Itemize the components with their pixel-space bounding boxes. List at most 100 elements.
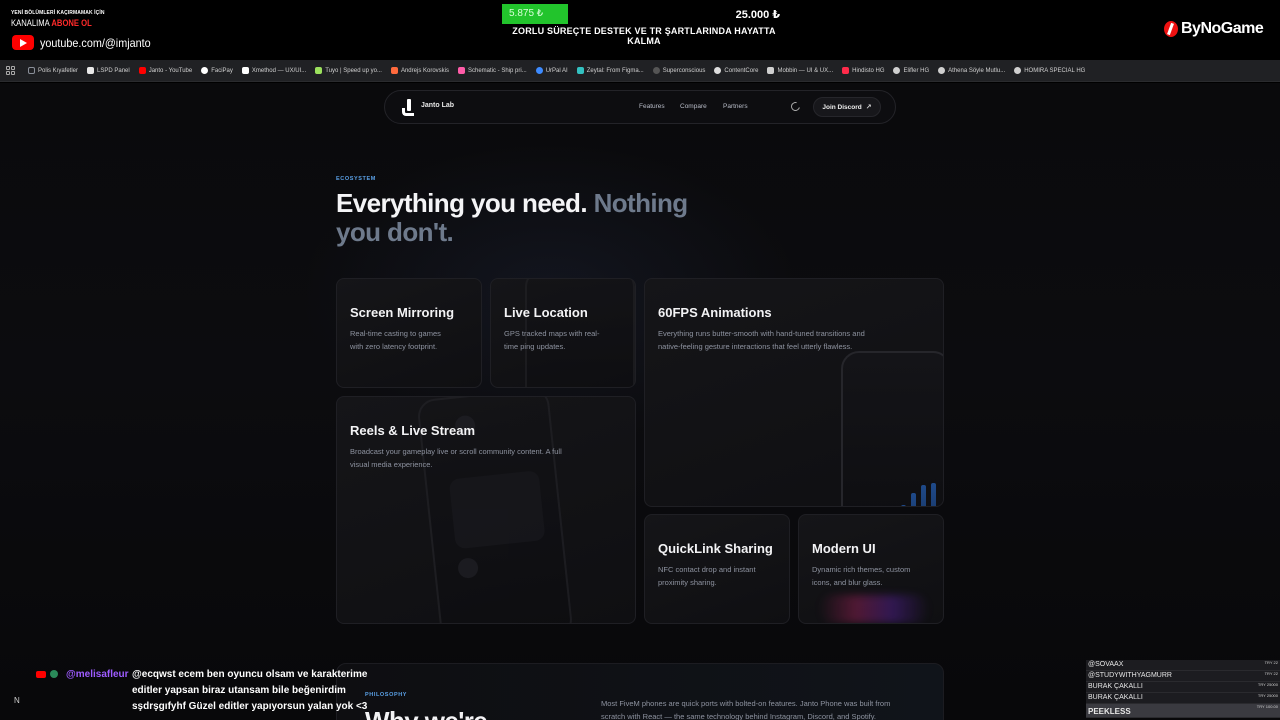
donor-amount: TRY 100.00 <box>1256 704 1278 709</box>
superconscious-icon <box>652 67 660 74</box>
chat-overlay: @melisafleur @ecqwst ecem ben oyuncu ols… <box>34 668 374 718</box>
bookmark-label: Andrejs Korovskis <box>400 67 449 74</box>
bookmark-item[interactable]: Schematic - Ship pri... <box>458 67 527 74</box>
goal-caption: ZORLU SÜREÇTE DESTEK VE TR ŞARTLARINDA H… <box>512 26 776 46</box>
bookmark-item[interactable]: HOMIRA SPECIAL HG <box>1014 67 1085 74</box>
youtube-logo-icon <box>12 35 34 50</box>
gradient-glow <box>819 595 929 623</box>
philosophy-body: Most FiveM phones are quick ports with b… <box>601 699 891 720</box>
donor-row: BURAK ÇAKALLI TRY 25000 <box>1086 682 1280 693</box>
bookmark-label: UrPal AI <box>545 67 568 74</box>
hindisto-icon <box>842 67 850 74</box>
card-desc: NFC contact drop and instant proximity sh… <box>658 565 756 587</box>
verified-badge-icon <box>50 670 58 678</box>
bookmark-label: Zeytal: From Figma... <box>586 67 644 74</box>
andrejs-icon <box>390 67 398 74</box>
donor-row: PEEKLESS TRY 100.00 <box>1086 704 1280 718</box>
nav-link-compare[interactable]: Compare <box>680 103 707 110</box>
bookmark-label: Xmethod — UX/UI... <box>251 67 307 74</box>
bookmark-label: LSPD Panel <box>97 67 130 74</box>
donor-amount: TRY 22 <box>1264 660 1278 665</box>
feature-card-60fps-animations[interactable]: 60FPS Animations Everything runs butter-… <box>644 278 944 507</box>
bookmark-item[interactable]: Polis Kıyafetler <box>28 67 78 74</box>
card-desc: Dynamic rich themes, custom icons, and bl… <box>812 565 911 587</box>
bookmark-item[interactable]: FaciPay <box>201 67 233 74</box>
janto-logo-icon[interactable] <box>401 99 415 116</box>
donation-goal-bar: 5.875 ₺ 25.000 ₺ <box>502 4 782 24</box>
donor-list: @SOVAAX TRY 22 @STUDYWITHYAGMURR TRY 22 BURA… <box>1086 660 1280 720</box>
donor-name: PEEKLESS <box>1088 707 1131 716</box>
bookmark-label: Janto - YouTube <box>148 67 193 74</box>
yt-promo-line2: KANALIMA ABONE OL <box>11 18 92 28</box>
card-title: QuickLink Sharing <box>658 541 773 556</box>
donor-amount: TRY 25000 <box>1257 693 1278 698</box>
athena-icon <box>938 67 946 74</box>
feature-card-modern-ui[interactable]: Modern UI Dynamic rich themes, custom ico… <box>798 514 944 624</box>
card-desc: GPS tracked maps with real-time ping upd… <box>504 329 600 351</box>
sponsor-logo-text: ByNoGame <box>1181 20 1264 37</box>
bookmark-item[interactable]: Xmethod — UX/UI... <box>241 67 307 74</box>
bookmark-label: Superconscious <box>662 67 706 74</box>
apps-grid-icon[interactable] <box>6 66 15 75</box>
headline-muted-1: Nothing <box>593 188 689 218</box>
card-desc: Real-time casting to games with zero late… <box>350 329 441 351</box>
bookmark-label: HOMIRA SPECIAL HG <box>1024 67 1086 74</box>
donor-name: BURAK ÇAKALLI <box>1088 683 1143 690</box>
section-eyebrow: ECOSYSTEM <box>336 176 376 182</box>
brand-name[interactable]: Janto Lab <box>421 102 454 109</box>
youtube-icon <box>138 67 146 74</box>
contentcore-icon <box>714 67 722 74</box>
bookmark-item[interactable]: Janto - YouTube <box>138 67 193 74</box>
bookmark-item[interactable]: Tuyo | Speed up yo... <box>315 67 382 74</box>
card-desc: Broadcast your gameplay live or scroll c… <box>350 447 562 469</box>
zeytal-icon <box>576 67 584 74</box>
bookmark-label: Mobbin — UI & UX... <box>777 67 834 74</box>
bookmark-item[interactable]: LSPD Panel <box>87 67 130 74</box>
bynogame-icon <box>1164 21 1178 37</box>
yt-promo-line1: YENİ BÖLÜMLERİ KAÇIRMAMAK İÇİN <box>11 10 105 16</box>
bookmark-label: Polis Kıyafetler <box>38 67 79 74</box>
urpal-icon <box>535 67 543 74</box>
bookmarks-bar: Polis Kıyafetler LSPD Panel Janto - YouTub… <box>0 60 1280 82</box>
feature-card-screen-mirroring[interactable]: Screen Mirroring Real-time casting to ga… <box>336 278 482 388</box>
feature-card-quicklink-sharing[interactable]: QuickLink Sharing NFC contact drop and i… <box>644 514 790 624</box>
feature-card-reels-live-stream[interactable]: Reels & Live Stream Broadcast your gamep… <box>336 396 636 624</box>
feature-card-live-location[interactable]: Live Location GPS tracked maps with real… <box>490 278 636 388</box>
section-headline: Everything you need. Nothing you don't. <box>336 189 716 247</box>
donor-row: BURAK ÇAKALLI TRY 25000 <box>1086 693 1280 704</box>
philosophy-section: PHILOSOPHY Why we're Most FiveM phones a… <box>336 663 944 720</box>
nav-link-partners[interactable]: Partners <box>723 103 748 110</box>
chat-line-2: editler yapsan biraz utansam bile beğeni… <box>132 685 346 696</box>
bookmark-label: FaciPay <box>211 67 233 74</box>
bookmark-item[interactable]: Athena Söyle Mutlu... <box>938 67 1005 74</box>
moon-icon[interactable] <box>789 100 802 113</box>
chat-line-1: @ecqwst ecem ben oyuncu olsam ve karakte… <box>132 669 368 680</box>
bookmark-item[interactable]: UrPal AI <box>535 67 568 74</box>
schematic-icon <box>458 67 465 74</box>
bookmark-item[interactable]: Andrejs Korovskis <box>390 67 449 74</box>
donor-row: @SOVAAX TRY 22 <box>1086 660 1280 671</box>
yt-handle: youtube.com/@imjanto <box>40 36 151 50</box>
bookmark-item[interactable]: Superconscious <box>652 67 706 74</box>
goal-current-amount: 5.875 ₺ <box>509 8 544 19</box>
donor-name: @SOVAAX <box>1088 661 1124 668</box>
folder-icon <box>28 67 35 74</box>
lspd-icon <box>87 67 95 74</box>
card-title: Reels & Live Stream <box>350 423 476 438</box>
join-discord-button[interactable]: Join Discord ↗ <box>813 97 881 117</box>
philosophy-heading: Why we're <box>365 706 488 720</box>
bookmark-item[interactable]: Zeytal: From Figma... <box>576 67 644 74</box>
card-title: Modern UI <box>812 541 876 556</box>
nav-link-features[interactable]: Features <box>639 103 665 110</box>
homira-icon <box>1014 67 1022 74</box>
bookmark-item[interactable]: Elifler HG <box>893 67 929 74</box>
donor-name: @STUDYWITHYAGMURR <box>1088 672 1172 679</box>
bookmark-item[interactable]: Hindisto HG <box>842 67 884 74</box>
corner-badge: N <box>14 696 20 705</box>
headline-muted-2: you don't. <box>336 217 454 247</box>
bookmark-item[interactable]: Mobbin — UI & UX... <box>767 67 833 74</box>
card-title: Live Location <box>504 305 588 320</box>
sponsor-logo: ByNoGame <box>1164 20 1264 38</box>
bookmark-label: Schematic - Ship pri... <box>468 67 527 74</box>
bookmark-item[interactable]: ContentCore <box>714 67 758 74</box>
